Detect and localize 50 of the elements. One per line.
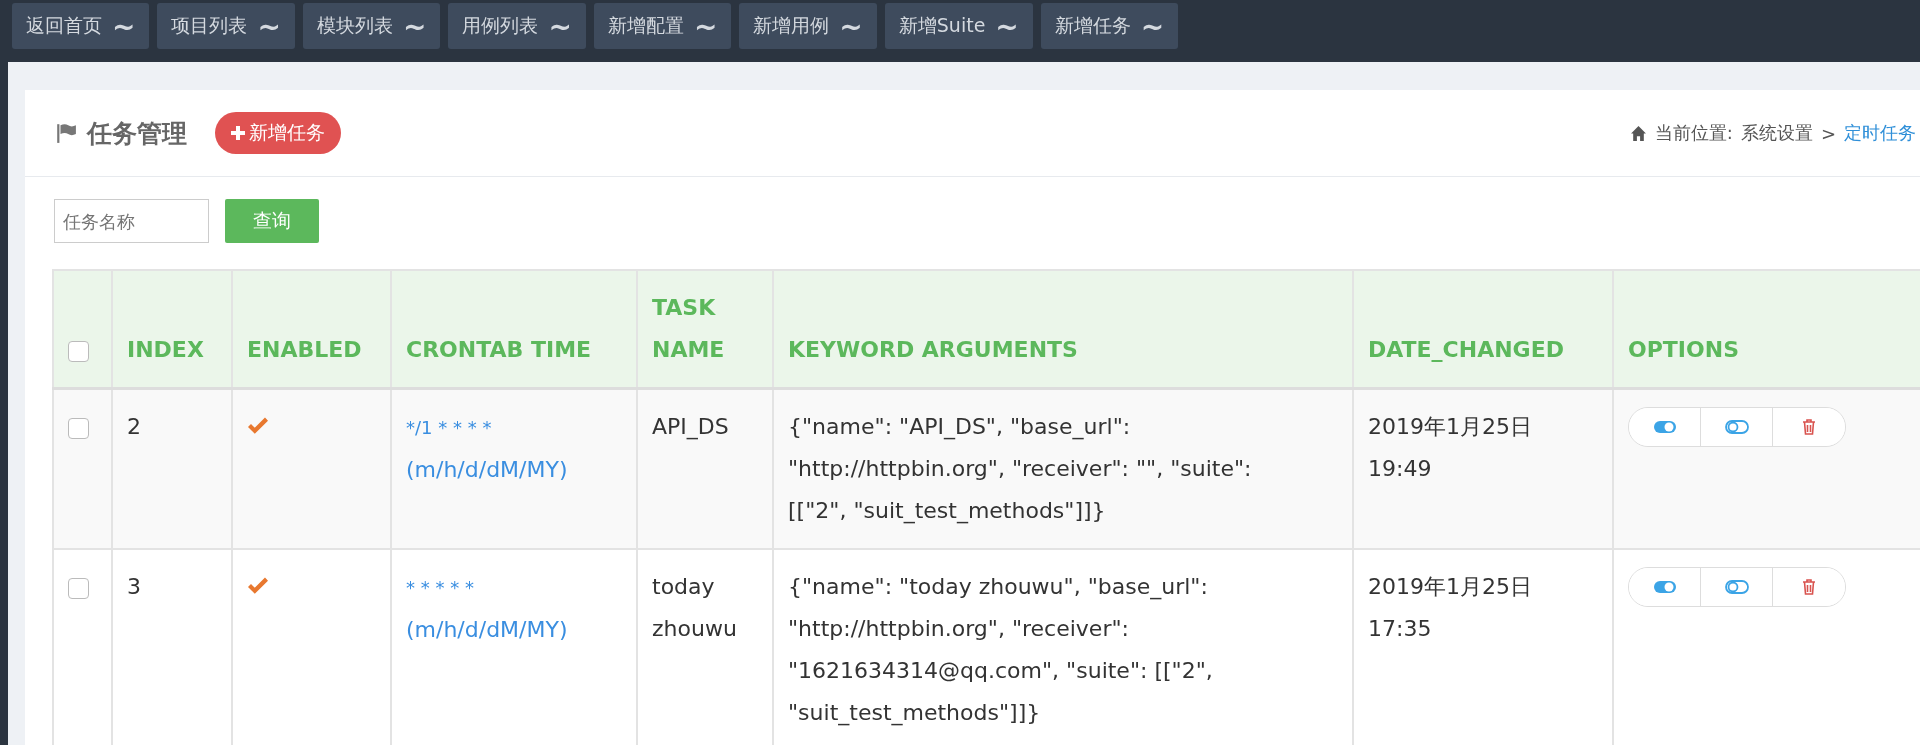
- keyword-arguments-cell-text: {"name": "API_DS", "base_url": "http://httpbin.org", "receiver": "", "suite": [["2", "suit_test_methods"]]}: [788, 413, 1253, 526]
- row-checkbox[interactable]: [68, 577, 89, 599]
- crontab-units-link[interactable]: (m/h/d/dM/MY): [406, 617, 568, 642]
- date-cell-text: 2019年1月25日 19:49: [1368, 413, 1533, 483]
- toggle-off-icon: [1724, 420, 1749, 434]
- index-cell: 2: [127, 414, 141, 439]
- nav-button[interactable]: 新增用例 ~: [739, 3, 877, 49]
- column-header: DATE_CHANGED: [1368, 337, 1564, 362]
- toggle-on-icon: [1652, 580, 1677, 594]
- home-icon: [1629, 124, 1647, 142]
- toggle-on-icon: [1652, 420, 1677, 434]
- trash-icon: [1802, 579, 1816, 595]
- select-all-checkbox[interactable]: [68, 340, 89, 362]
- column-header: OPTIONS: [1628, 337, 1739, 362]
- breadcrumb-current[interactable]: 定时任务: [1844, 121, 1916, 145]
- column-header: CRONTAB TIME: [406, 337, 592, 362]
- column-header: INDEX: [127, 337, 204, 362]
- nav-button[interactable]: 项目列表 ~: [157, 3, 295, 49]
- plus-icon: [231, 126, 245, 140]
- nav-button[interactable]: 新增任务 ~: [1040, 3, 1179, 49]
- breadcrumb-separator: >: [1820, 122, 1836, 144]
- toggle-on-button[interactable]: [1629, 568, 1701, 606]
- flag-icon: [55, 122, 77, 144]
- add-task-button[interactable]: 新增任务: [215, 112, 341, 154]
- toggle-off-icon: [1724, 580, 1749, 594]
- task-name-cell: API_DS: [652, 414, 729, 439]
- column-header: ENABLED: [247, 337, 362, 362]
- breadcrumb-link[interactable]: 系统设置: [1740, 121, 1813, 145]
- nav-button[interactable]: 新增配置 ~: [593, 3, 732, 49]
- crontab-link[interactable]: * * * * *: [406, 577, 474, 598]
- task-name-cell: today zhouwu: [652, 574, 737, 641]
- nav-button[interactable]: 返回首页 ~: [12, 3, 150, 49]
- breadcrumb-label: 当前位置:: [1654, 121, 1733, 145]
- nav-button[interactable]: 用例列表 ~: [448, 3, 586, 49]
- row-checkbox[interactable]: [68, 417, 89, 439]
- keyword-arguments-cell-text: {"name": "today zhouwu", "base_url": "http://httpbin.org", "receiver": "1621634314@qq.com", "suite": [["2", "suit_test_methods"]]}: [788, 573, 1214, 728]
- crontab-units-link[interactable]: (m/h/d/dM/MY): [406, 457, 568, 482]
- date-cell-text: 2019年1月25日 17:35: [1368, 573, 1533, 643]
- task-name-field[interactable]: 任务名称: [54, 199, 209, 243]
- column-header: KEYWORD ARGUMENTS: [788, 337, 1078, 362]
- toggle-off-button[interactable]: [1701, 408, 1773, 446]
- trash-icon: [1802, 419, 1816, 435]
- column-header: TASK NAME: [652, 295, 725, 362]
- index-cell: 3: [127, 574, 141, 599]
- delete-button[interactable]: [1773, 408, 1845, 446]
- nav-button[interactable]: 新增Suite ~: [884, 3, 1033, 49]
- nav-button[interactable]: 模块列表 ~: [302, 3, 441, 49]
- page-title: 任务管理: [87, 117, 187, 150]
- toggle-on-button[interactable]: [1629, 408, 1701, 446]
- crontab-link[interactable]: */1 * * * *: [406, 417, 492, 438]
